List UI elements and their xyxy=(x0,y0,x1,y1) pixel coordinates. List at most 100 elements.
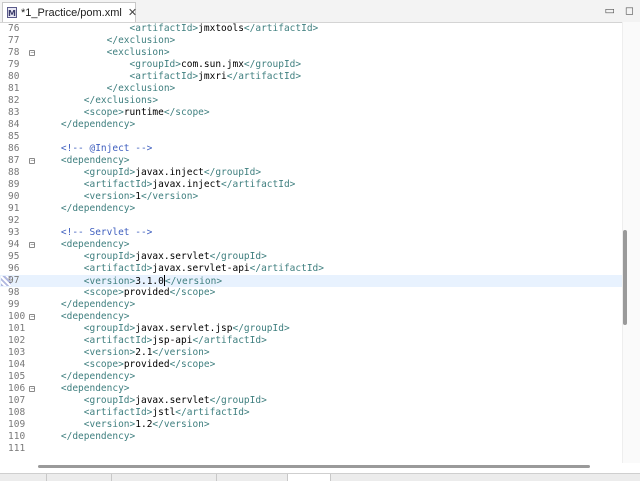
code-line[interactable]: 85 xyxy=(0,131,622,143)
code-text: <artifactId>javax.inject</artifactId> xyxy=(38,179,296,191)
code-line[interactable]: 96 <artifactId>javax.servlet-api</artifa… xyxy=(0,263,622,275)
vertical-scroll-thumb[interactable] xyxy=(623,230,627,325)
line-gutter: 99 xyxy=(0,299,36,311)
code-token: provided xyxy=(123,287,170,298)
code-text: <scope>runtime</scope> xyxy=(38,107,210,119)
xml-tag: <version> xyxy=(83,347,136,358)
code-line[interactable]: 99 </dependency> xyxy=(0,299,622,311)
fold-toggle-icon[interactable]: − xyxy=(29,242,35,248)
code-line[interactable]: 78 − <exclusion> xyxy=(0,47,622,59)
code-line[interactable]: 87 − <dependency> xyxy=(0,155,622,167)
vertical-scrollbar[interactable] xyxy=(622,22,640,463)
code-line[interactable]: 84 </dependency> xyxy=(0,119,622,131)
line-gutter: 89 xyxy=(0,179,36,191)
code-line[interactable]: 106− <dependency> xyxy=(0,383,622,395)
line-number: 97 xyxy=(8,275,20,286)
fold-toggle-icon[interactable]: − xyxy=(29,314,35,320)
line-number: 111 xyxy=(8,443,26,454)
line-gutter: 98 xyxy=(0,287,36,299)
line-number: 107 xyxy=(8,395,26,406)
code-line[interactable]: 98 <scope>provided</scope> xyxy=(0,287,622,299)
code-line[interactable]: 110 </dependency> xyxy=(0,431,622,443)
code-line[interactable]: 103 <version>2.1</version> xyxy=(0,347,622,359)
close-icon[interactable]: ✕ xyxy=(128,6,137,19)
horizontal-scrollbar[interactable] xyxy=(38,463,590,469)
code-line[interactable]: 101 <groupId>javax.servlet.jsp</groupId> xyxy=(0,323,622,335)
code-text: </dependency> xyxy=(38,371,135,383)
xml-tag: <artifactId> xyxy=(129,23,199,34)
code-line[interactable]: 86 <!-- @Inject --> xyxy=(0,143,622,155)
line-gutter: 92 xyxy=(0,215,36,227)
code-line[interactable]: 108 <artifactId>jstl</artifactId> xyxy=(0,407,622,419)
line-gutter: 104 xyxy=(0,359,36,371)
code-line[interactable]: 100− <dependency> xyxy=(0,311,622,323)
code-line[interactable]: 79 <groupId>com.sun.jmx</groupId> xyxy=(0,59,622,71)
code-line[interactable]: 102 <artifactId>jsp-api</artifactId> xyxy=(0,335,622,347)
line-number: 98 xyxy=(8,287,20,298)
code-line[interactable]: 109 <version>1.2</version> xyxy=(0,419,622,431)
code-line[interactable]: 105 </dependency> xyxy=(0,371,622,383)
minimize-icon[interactable]: ▭ xyxy=(604,4,614,17)
code-line[interactable]: 89 <artifactId>javax.inject</artifactId> xyxy=(0,179,622,191)
maximize-icon[interactable]: ◻ xyxy=(625,4,634,17)
code-line[interactable]: 93 <!-- Servlet --> xyxy=(0,227,622,239)
line-number: 80 xyxy=(8,71,20,82)
code-token: 3.1.0 xyxy=(135,276,164,287)
code-token: javax.servlet xyxy=(135,251,210,262)
xml-tag: </scope> xyxy=(169,287,216,298)
maven-file-icon: M xyxy=(7,7,17,18)
code-line[interactable]: 77 </exclusion> xyxy=(0,35,622,47)
code-text: <scope>provided</scope> xyxy=(38,359,216,371)
line-gutter: 90 xyxy=(0,191,36,203)
code-line[interactable]: 88 <groupId>javax.inject</groupId> xyxy=(0,167,622,179)
code-line[interactable]: 81 </exclusion> xyxy=(0,83,622,95)
xml-tag: <dependency> xyxy=(60,383,130,394)
editor-tab-pom-xml[interactable]: M *1_Practice/pom.xml ✕ xyxy=(2,2,137,22)
code-line[interactable]: 80 <artifactId>jmxri</artifactId> xyxy=(0,71,622,83)
fold-toggle-icon[interactable]: − xyxy=(29,158,35,164)
code-line[interactable]: 95 <groupId>javax.servlet</groupId> xyxy=(0,251,622,263)
line-gutter: 111 xyxy=(0,443,36,455)
line-number: 95 xyxy=(8,251,20,262)
fold-toggle-icon[interactable]: − xyxy=(29,50,35,56)
horizontal-scroll-thumb[interactable] xyxy=(38,465,590,468)
code-line[interactable]: 82 </exclusions> xyxy=(0,95,622,107)
code-line[interactable]: 76 <artifactId>jmxtools</artifactId> xyxy=(0,23,622,35)
line-gutter: 84 xyxy=(0,119,36,131)
line-number: 85 xyxy=(8,131,20,142)
code-line[interactable]: 90 <version>1</version> xyxy=(0,191,622,203)
fold-toggle-icon[interactable]: − xyxy=(29,386,35,392)
code-token: javax.inject xyxy=(152,179,222,190)
line-gutter: 102 xyxy=(0,335,36,347)
code-line[interactable]: 91 </dependency> xyxy=(0,203,622,215)
code-line[interactable]: 107 <groupId>javax.servlet</groupId> xyxy=(0,395,622,407)
line-gutter: 91 xyxy=(0,203,36,215)
code-line[interactable]: 92 xyxy=(0,215,622,227)
line-gutter: 95 xyxy=(0,251,36,263)
code-line[interactable]: 83 <scope>runtime</scope> xyxy=(0,107,622,119)
xml-tag: </scope> xyxy=(169,359,216,370)
xml-tag: <groupId> xyxy=(83,323,136,334)
xml-tag: </groupId> xyxy=(203,167,262,178)
xml-tag: <dependency> xyxy=(60,311,130,322)
code-line[interactable]: 97 <version>3.1.0</version> xyxy=(0,275,622,287)
code-editor[interactable]: 76 <artifactId>jmxtools</artifactId> 77 <… xyxy=(0,22,622,463)
code-text: <scope>provided</scope> xyxy=(38,287,216,299)
line-number: 96 xyxy=(8,263,20,274)
xml-tag: <scope> xyxy=(83,287,124,298)
code-line[interactable]: 94 − <dependency> xyxy=(0,239,622,251)
code-text: </dependency> xyxy=(38,203,135,215)
code-line[interactable]: 111 xyxy=(0,443,622,455)
code-line[interactable]: 104 <scope>provided</scope> xyxy=(0,359,622,371)
